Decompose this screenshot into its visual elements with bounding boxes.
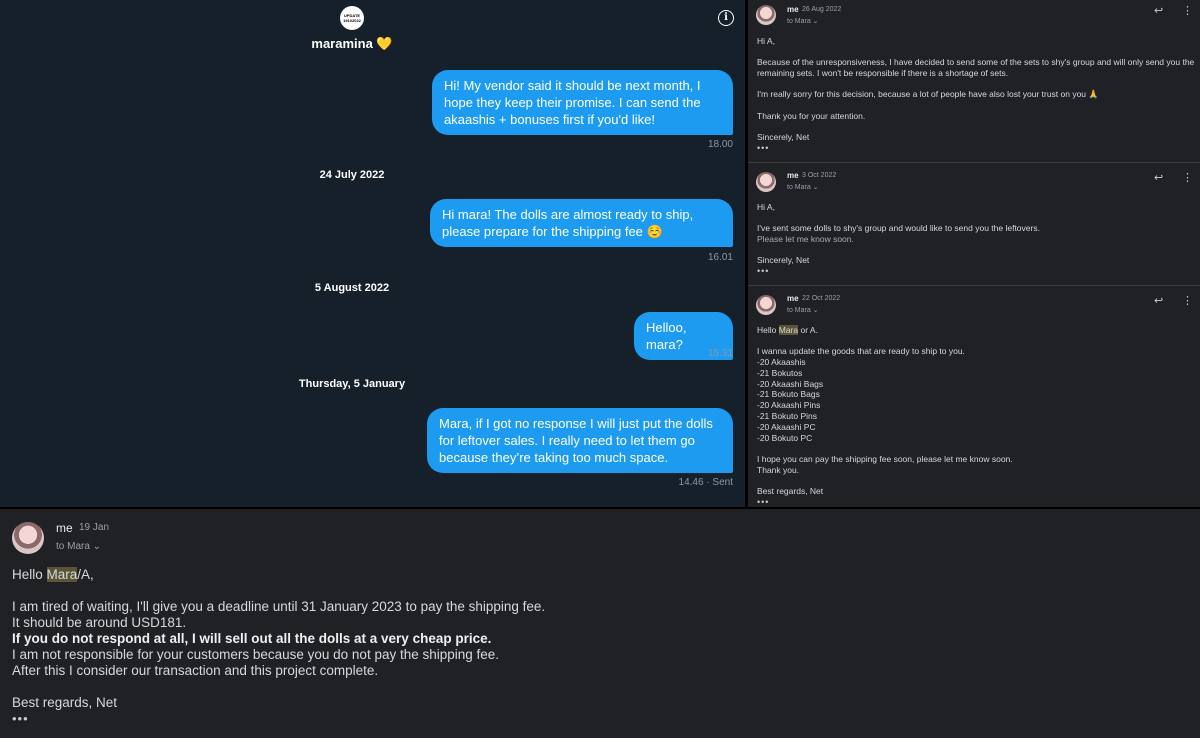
avatar — [756, 172, 776, 192]
search-highlight: Mara — [46, 567, 78, 582]
email-date: 3 Oct 2022 — [802, 172, 837, 179]
message-time: 18.00 — [707, 139, 733, 150]
email-thread: me 26 Aug 2022 to Mara ⌄ ↩ ⋮ Hi A, Becau… — [748, 0, 1200, 507]
info-icon[interactable]: i — [718, 10, 734, 26]
recipient[interactable]: to Mara ⌄ — [787, 17, 819, 25]
message-bubble[interactable]: Hi! My vendor said it should be next mon… — [432, 70, 733, 135]
message-time: 14.46 · Sent — [678, 477, 733, 488]
email-body: Hi A, I've sent some dolls to shy's grou… — [757, 202, 1197, 277]
reply-icon[interactable]: ↩ — [1154, 294, 1163, 307]
message-bubble[interactable]: Hi mara! The dolls are almost ready to s… — [430, 199, 733, 247]
more-options-icon[interactable]: ⋮ — [1182, 4, 1193, 17]
sender-name: me — [787, 294, 799, 303]
search-highlight: Mara — [778, 325, 799, 335]
message-time: 16.01 — [707, 252, 733, 263]
show-trimmed-icon[interactable]: ••• — [12, 711, 545, 727]
avatar — [756, 5, 776, 25]
email-date: 22 Oct 2022 — [802, 295, 841, 302]
more-options-icon[interactable]: ⋮ — [1182, 171, 1193, 184]
sender-name: me — [787, 5, 799, 14]
recipient[interactable]: to Mara ⌄ — [56, 541, 101, 552]
more-options-icon[interactable]: ⋮ — [1182, 294, 1193, 307]
message-time: 15.31 — [707, 348, 733, 359]
date-divider: 24 July 2022 — [319, 169, 385, 181]
show-trimmed-icon[interactable]: ••• — [757, 143, 1197, 154]
avatar — [756, 295, 776, 315]
dm-conversation: UPDATE 19102022 maramina 💛 i Hi! My vend… — [0, 0, 745, 507]
email-date: 19 Jan — [79, 522, 110, 533]
avatar — [12, 522, 44, 554]
date-divider: 5 August 2022 — [314, 282, 390, 294]
email-date: 26 Aug 2022 — [802, 6, 842, 13]
message-bubble[interactable]: Mara, if I got no response I will just p… — [427, 408, 733, 473]
sender-name: me — [787, 171, 799, 180]
show-trimmed-icon[interactable]: ••• — [757, 497, 1197, 507]
divider — [748, 162, 1200, 163]
contact-name: maramina 💛 — [311, 36, 393, 51]
show-trimmed-icon[interactable]: ••• — [757, 266, 1197, 277]
divider — [748, 285, 1200, 286]
recipient[interactable]: to Mara ⌄ — [787, 183, 819, 191]
email-body: Hello Mara/A, I am tired of waiting, I'l… — [12, 567, 546, 727]
email-body: Hello Mara or A. I wanna update the good… — [757, 325, 1197, 507]
sender-name: me — [56, 521, 73, 535]
email-message[interactable]: me 19 Jan to Mara ⌄ Hello Mara/A, I am t… — [0, 509, 1200, 738]
reply-icon[interactable]: ↩ — [1154, 4, 1163, 17]
email-body: Hi A, Because of the unresponsiveness, I… — [757, 36, 1197, 154]
date-divider: Thursday, 5 January — [298, 378, 406, 390]
reply-icon[interactable]: ↩ — [1154, 171, 1163, 184]
contact-avatar[interactable]: UPDATE 19102022 — [340, 6, 364, 30]
recipient[interactable]: to Mara ⌄ — [787, 306, 819, 314]
